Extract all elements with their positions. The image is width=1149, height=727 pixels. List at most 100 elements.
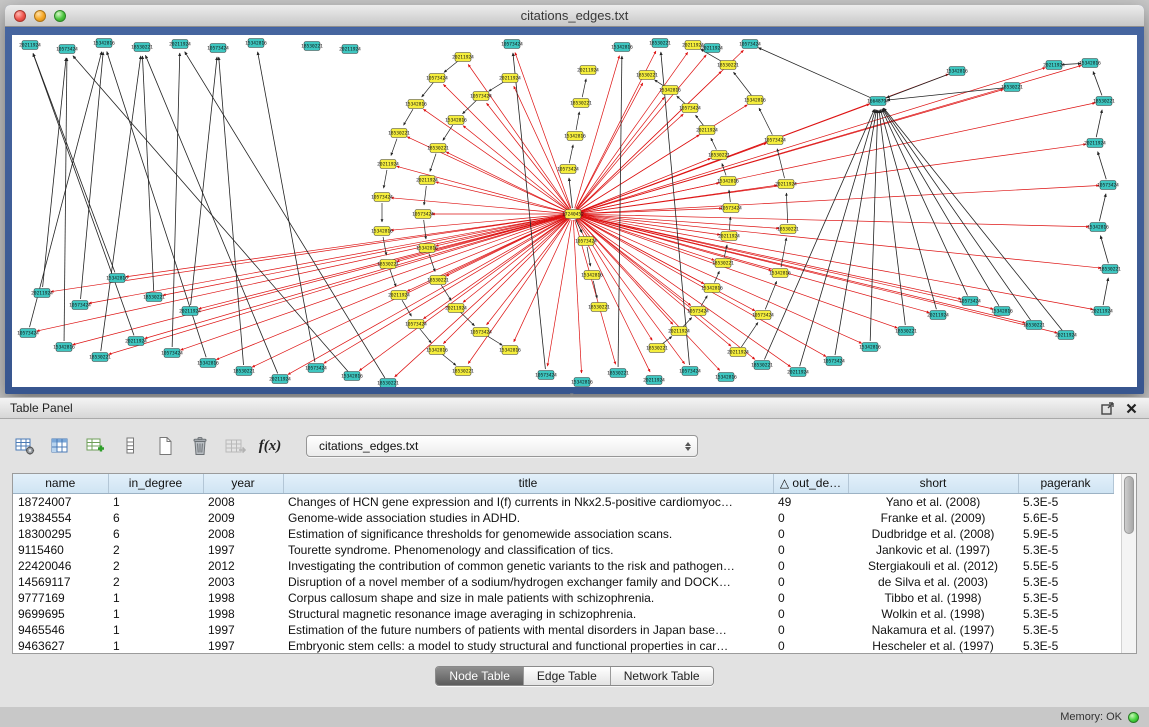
graph-node-label: 15342816 (245, 41, 267, 47)
tab-edge-table[interactable]: Edge Table (523, 667, 610, 685)
graph-node-label: 18530221 (588, 305, 610, 311)
table-cell: Dudbridge et al. (2008) (848, 526, 1018, 542)
table-cell: 5.3E-5 (1018, 574, 1113, 590)
graph-node-label: 15342816 (717, 179, 739, 185)
graph-node-label: 18530221 (388, 131, 410, 137)
citation-network-graph[interactable]: 1724045220211924105734241534281618530221… (12, 35, 1137, 387)
table-cell: 2 (108, 558, 203, 574)
table-cell: Nakamura et al. (1997) (848, 622, 1018, 638)
rows-icon[interactable] (117, 433, 143, 459)
scrollbar-thumb[interactable] (1124, 476, 1134, 534)
float-panel-icon[interactable] (1099, 400, 1115, 416)
graph-node-label: 10573424 (764, 138, 786, 144)
columns-icon[interactable] (47, 433, 73, 459)
table-cell: 5.9E-5 (1018, 526, 1113, 542)
graph-node-label: 18530221 (377, 262, 399, 268)
table-vertical-scrollbar[interactable] (1121, 474, 1136, 653)
graph-node-label: 10573424 (305, 366, 327, 372)
graph-node-label: 15342816 (946, 69, 968, 75)
table-row[interactable]: 2242004622012Investigating the contribut… (13, 558, 1113, 574)
table-cell: 5.3E-5 (1018, 638, 1113, 654)
table-cell: 0 (773, 542, 848, 558)
delete-icon[interactable] (187, 433, 213, 459)
graph-node-label: 18530221 (895, 329, 917, 335)
table-cell: Franke et al. (2009) (848, 510, 1018, 526)
add-column-icon[interactable] (82, 433, 108, 459)
column-header[interactable]: name (13, 474, 108, 493)
close-window-icon[interactable] (14, 10, 26, 22)
graph-node-label: 10573424 (470, 94, 492, 100)
graph-node-label: 18530221 (646, 346, 668, 352)
table-row[interactable]: 911546021997Tourette syndrome. Phenomeno… (13, 542, 1113, 558)
column-header[interactable]: pagerank (1018, 474, 1113, 493)
table-cell: 5.5E-5 (1018, 558, 1113, 574)
column-header[interactable]: short (848, 474, 1018, 493)
graph-node-label: 15342816 (1079, 61, 1101, 67)
graph-node-label: 20211924 (787, 370, 809, 376)
table-row[interactable]: 969969511998Structural magnetic resonanc… (13, 606, 1113, 622)
attribute-table-container: namein_degreeyeartitle△ out_de…shortpage… (12, 473, 1137, 654)
table-row[interactable]: 977716911998Corpus callosum shape and si… (13, 590, 1113, 606)
graph-node-label: 15342816 (581, 273, 603, 279)
column-header[interactable]: year (203, 474, 283, 493)
minimize-window-icon[interactable] (34, 10, 46, 22)
table-cell: 5.3E-5 (1018, 590, 1113, 606)
zoom-window-icon[interactable] (54, 10, 66, 22)
graph-node-label: 18530221 (708, 153, 730, 159)
table-cell: Genome-wide association studies in ADHD. (283, 510, 773, 526)
table-cell: 2 (108, 542, 203, 558)
graph-node-label: 18530221 (636, 73, 658, 79)
graph-node-label: 20211924 (388, 293, 410, 299)
graph-node-label: 18530221 (131, 45, 153, 51)
graph-node-label: 20211924 (445, 306, 467, 312)
table-cell: 1998 (203, 606, 283, 622)
graph-node-label: 10573424 (959, 299, 981, 305)
table-settings-icon[interactable] (12, 433, 38, 459)
column-header[interactable]: title (283, 474, 773, 493)
table-row[interactable]: 1830029562008Estimation of significance … (13, 526, 1113, 542)
close-panel-icon[interactable] (1123, 400, 1139, 416)
table-cell: 0 (773, 622, 848, 638)
graph-node-label: 20211924 (416, 178, 438, 184)
function-builder-button[interactable]: f(x) (257, 433, 283, 459)
tab-node-table[interactable]: Node Table (436, 667, 523, 685)
graph-node-label: 15342816 (499, 348, 521, 354)
graph-node-label: 20211924 (1055, 333, 1077, 339)
graph-node-label: 10573424 (557, 167, 579, 173)
graph-node-label: 15342816 (341, 374, 363, 380)
tab-network-table[interactable]: Network Table (610, 667, 713, 685)
graph-node-label: 15342816 (405, 102, 427, 108)
graph-node-label: 15342816 (769, 271, 791, 277)
table-cell: 0 (773, 574, 848, 590)
column-header[interactable]: in_degree (108, 474, 203, 493)
table-row[interactable]: 946362711997Embryonic stem cells: a mode… (13, 638, 1113, 654)
graph-node-label: 18530221 (427, 146, 449, 152)
table-body: 1872400712008Changes of HCN gene express… (13, 493, 1113, 653)
table-row[interactable]: 1872400712008Changes of HCN gene express… (13, 493, 1113, 510)
network-canvas[interactable]: 1724045220211924105734241534281618530221… (12, 35, 1137, 387)
graph-node-label: 10573424 (823, 359, 845, 365)
table-row[interactable]: 946554611997Estimation of the future num… (13, 622, 1113, 638)
table-cell: 2009 (203, 510, 283, 526)
graph-node-label: 20211924 (696, 128, 718, 134)
function-builder-label: f(x) (259, 438, 282, 455)
graph-node-label: 10573424 (687, 309, 709, 315)
graph-node-label: 20211924 (1043, 63, 1065, 69)
new-file-icon[interactable] (152, 433, 178, 459)
table-cell: 1 (108, 622, 203, 638)
table-cell: Stergiakouli et al. (2012) (848, 558, 1018, 574)
graph-node-label: 10573424 (679, 369, 701, 375)
network-window-titlebar[interactable]: citations_edges.txt (5, 5, 1144, 27)
table-row[interactable]: 1938455462009Genome-wide association stu… (13, 510, 1113, 526)
graph-node-label: 15342816 (426, 348, 448, 354)
graph-node-label: 15342816 (445, 118, 467, 124)
table-cell: 9115460 (13, 542, 108, 558)
graph-node-label: 15342816 (715, 375, 737, 381)
table-row[interactable]: 1456911722003Disruption of a novel membe… (13, 574, 1113, 590)
table-cell: 6 (108, 510, 203, 526)
graph-node-label: 18530221 (751, 363, 773, 369)
table-cell: 2008 (203, 526, 283, 542)
table-selector-combobox[interactable]: citations_edges.txt (306, 435, 698, 457)
column-header[interactable]: △ out_de… (773, 474, 848, 493)
graph-node-label: 15342816 (701, 286, 723, 292)
